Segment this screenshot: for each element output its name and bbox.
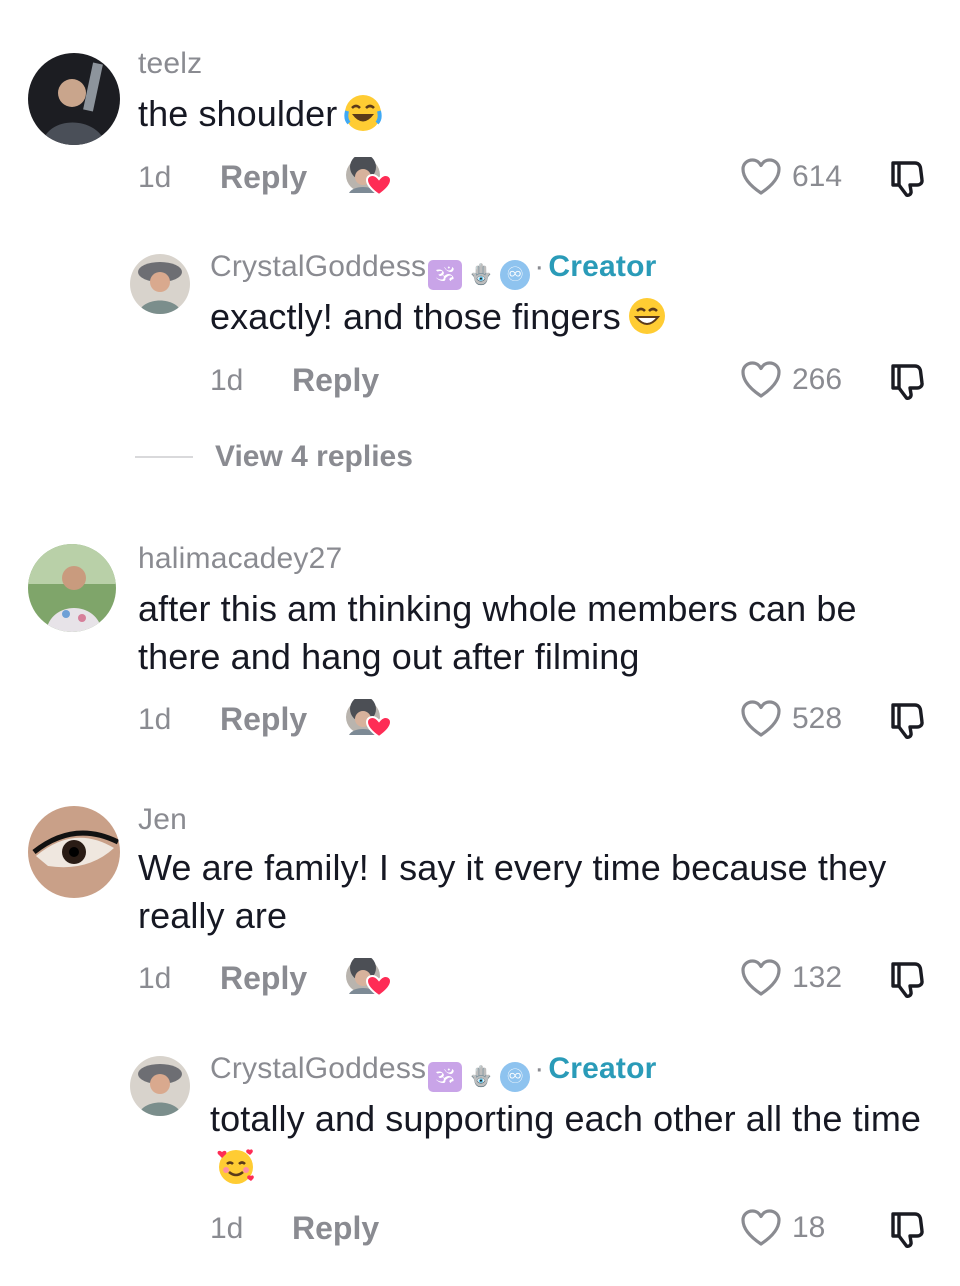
creator-liked-heart-icon	[345, 699, 391, 739]
comment-text-body: totally and supporting each other all th…	[210, 1098, 922, 1139]
view-replies-button[interactable]: View 4 replies	[135, 440, 413, 474]
avatar[interactable]	[130, 1056, 190, 1116]
creator-username[interactable]: CrystalGoddess	[210, 250, 426, 283]
heart-outline-icon	[740, 699, 782, 739]
creator-label: Creator	[548, 1052, 657, 1085]
separator-dot: ·	[534, 250, 545, 283]
reply-button[interactable]: Reply	[220, 159, 307, 196]
avatar[interactable]	[28, 806, 120, 898]
view-replies-label: View 4 replies	[215, 440, 413, 473]
divider-line	[135, 456, 193, 458]
grinning-emoji-icon	[627, 296, 667, 336]
avatar[interactable]	[130, 254, 190, 314]
thumbs-down-icon[interactable]	[887, 158, 927, 198]
creator-username[interactable]: CrystalGoddess	[210, 1052, 426, 1085]
like-count: 614	[792, 160, 843, 193]
comment-time: 1d	[138, 962, 172, 995]
comment-username: CrystalGoddess 🕉 🪬 ♾ · Creator	[210, 1052, 657, 1092]
creator-liked-heart-icon	[345, 157, 391, 197]
separator-dot: ·	[534, 1052, 545, 1085]
creator-label: Creator	[548, 250, 657, 283]
comment-time: 1d	[210, 1212, 244, 1245]
profile-badges: 🕉 🪬 ♾	[428, 1061, 531, 1092]
comment-text: We are family! I say it every time becau…	[138, 847, 887, 936]
heart-outline-icon	[740, 157, 782, 197]
like-count: 266	[792, 363, 843, 396]
like-count: 18	[792, 1211, 826, 1244]
comment-time: 1d	[138, 703, 172, 736]
reply-button[interactable]: Reply	[292, 1210, 379, 1247]
hamsa-badge-icon: 🪬	[464, 259, 499, 290]
comment-text: exactly! and those fingers	[210, 293, 667, 341]
reply-button[interactable]: Reply	[220, 960, 307, 997]
like-button[interactable]: 614	[740, 157, 842, 197]
comment-text-body: the shoulder	[138, 93, 338, 134]
comment-username[interactable]: teelz	[138, 47, 202, 81]
infinity-badge-icon: ♾	[500, 259, 531, 290]
profile-badges: 🕉 🪬 ♾	[428, 259, 531, 290]
smiling-hearts-emoji-icon	[216, 1146, 256, 1186]
comment-username[interactable]: Jen	[138, 803, 187, 837]
comment-time: 1d	[138, 161, 172, 194]
like-button[interactable]: 266	[740, 360, 842, 400]
thumbs-down-icon[interactable]	[887, 1209, 927, 1249]
om-badge-icon: 🕉	[428, 259, 463, 290]
om-badge-icon: 🕉	[428, 1061, 463, 1092]
comment-username: CrystalGoddess 🕉 🪬 ♾ · Creator	[210, 250, 657, 290]
heart-outline-icon	[740, 360, 782, 400]
comment-username[interactable]: halimacadey27	[138, 542, 342, 576]
comment-text: the shoulder	[138, 90, 383, 138]
creator-liked-heart-icon	[345, 958, 391, 998]
comment-time: 1d	[210, 364, 244, 397]
thumbs-down-icon[interactable]	[887, 700, 927, 740]
laughing-emoji-icon	[343, 93, 383, 133]
thumbs-down-icon[interactable]	[887, 361, 927, 401]
avatar[interactable]	[28, 53, 120, 145]
reply-button[interactable]: Reply	[292, 362, 379, 399]
like-count: 132	[792, 961, 843, 994]
like-button[interactable]: 132	[740, 958, 842, 998]
hamsa-badge-icon: 🪬	[464, 1061, 499, 1092]
infinity-badge-icon: ♾	[500, 1061, 531, 1092]
like-button[interactable]: 18	[740, 1208, 825, 1248]
comment-text-body: exactly! and those fingers	[210, 296, 621, 337]
thumbs-down-icon[interactable]	[887, 959, 927, 999]
avatar[interactable]	[28, 544, 116, 632]
like-count: 528	[792, 702, 843, 735]
reply-button[interactable]: Reply	[220, 701, 307, 738]
like-button[interactable]: 528	[740, 699, 842, 739]
comment-text: totally and supporting each other all th…	[210, 1095, 930, 1191]
heart-outline-icon	[740, 1208, 782, 1248]
comment-text: after this am thinking whole members can…	[138, 588, 857, 677]
heart-outline-icon	[740, 958, 782, 998]
